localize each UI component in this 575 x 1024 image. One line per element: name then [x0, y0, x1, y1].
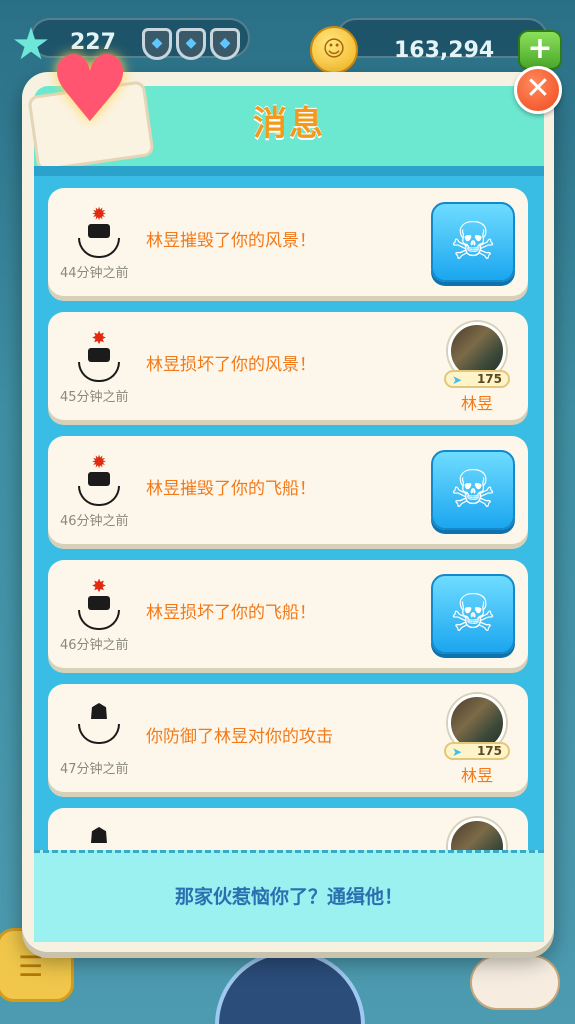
message-text: 林昱损坏了你的飞船！: [146, 603, 316, 623]
envelope-heart-icon: ♥: [22, 36, 155, 172]
pet-decor: [470, 955, 560, 1010]
message-time: 47分钟之前: [60, 762, 129, 777]
arrow-icon: ➤: [452, 745, 463, 759]
arrow-icon: ➤: [452, 373, 463, 387]
add-coins-button[interactable]: +: [518, 30, 562, 70]
message-text: 林昱摧毁了你的风景！: [146, 231, 316, 251]
explosion-icon: ✸: [74, 578, 124, 634]
shield-row: ◆ ◆ ◆: [142, 28, 240, 60]
message-text-name: 林昱: [214, 727, 248, 747]
avatar-name: 林昱: [460, 766, 493, 785]
message-text: 你防御了林昱对你的攻击: [146, 722, 333, 747]
avatar-level-badge: ➤ 175: [444, 742, 510, 760]
fire-icon: ✹: [74, 206, 124, 262]
menu-list-icon: ☰: [18, 950, 44, 983]
attacker-avatar[interactable]: ➤ 175 林昱: [444, 690, 514, 786]
message-time: 45分钟之前: [60, 390, 129, 405]
message-text: 林昱损坏了你的风景！: [146, 355, 316, 375]
message-time: 46分钟之前: [60, 638, 129, 653]
coin-icon: ☺: [310, 26, 358, 74]
message-card: ✸ 46分钟之前 林昱损坏了你的飞船！ ☠: [48, 560, 528, 668]
skull-button[interactable]: ☠: [431, 450, 515, 530]
message-time: 44分钟之前: [60, 266, 129, 281]
shield-defense-icon: ☗: [74, 702, 124, 758]
message-card: ✹ 44分钟之前 林昱摧毁了你的风景！ ☠: [48, 188, 528, 296]
shield-icon: ◆: [176, 28, 206, 60]
shield-defense-icon: ☗: [89, 824, 109, 849]
avatar-level-badge: ➤ 175: [444, 370, 510, 388]
close-button[interactable]: ✕: [514, 66, 562, 114]
fire-icon: ✹: [74, 454, 124, 510]
attacker-avatar[interactable]: ➤ 175 林昱: [444, 318, 514, 414]
attacker-avatar[interactable]: [444, 814, 514, 850]
wanted-prompt[interactable]: 那家伙惹恼你了？通缉他！: [34, 882, 544, 909]
rocket-decor: [215, 950, 365, 1024]
avatar: [448, 818, 506, 850]
message-text-suffix: 对你的攻击: [248, 727, 333, 747]
message-card: ✸ 45分钟之前 林昱损坏了你的风景！ ➤ 175 林昱: [48, 312, 528, 420]
explosion-icon: ✸: [74, 330, 124, 386]
message-text-prefix: 你防御了: [146, 727, 214, 747]
message-list[interactable]: ✹ 44分钟之前 林昱摧毁了你的风景！ ☠ ✸ 45分钟之前 林昱损坏了你的风景…: [34, 166, 544, 850]
message-card-partial: ☗: [48, 808, 528, 850]
coin-count: 163,294: [394, 38, 495, 63]
message-time: 46分钟之前: [60, 514, 129, 529]
message-card: ☗ 47分钟之前 你防御了林昱对你的攻击 ➤ 175 林昱: [48, 684, 528, 792]
skull-button[interactable]: ☠: [431, 574, 515, 654]
shield-icon: ◆: [210, 28, 240, 60]
skull-button[interactable]: ☠: [431, 202, 515, 282]
message-text: 林昱摧毁了你的飞船！: [146, 479, 316, 499]
message-card: ✹ 46分钟之前 林昱摧毁了你的飞船！ ☠: [48, 436, 528, 544]
heart-icon: ♥: [48, 36, 132, 143]
avatar-name: 林昱: [460, 394, 493, 413]
